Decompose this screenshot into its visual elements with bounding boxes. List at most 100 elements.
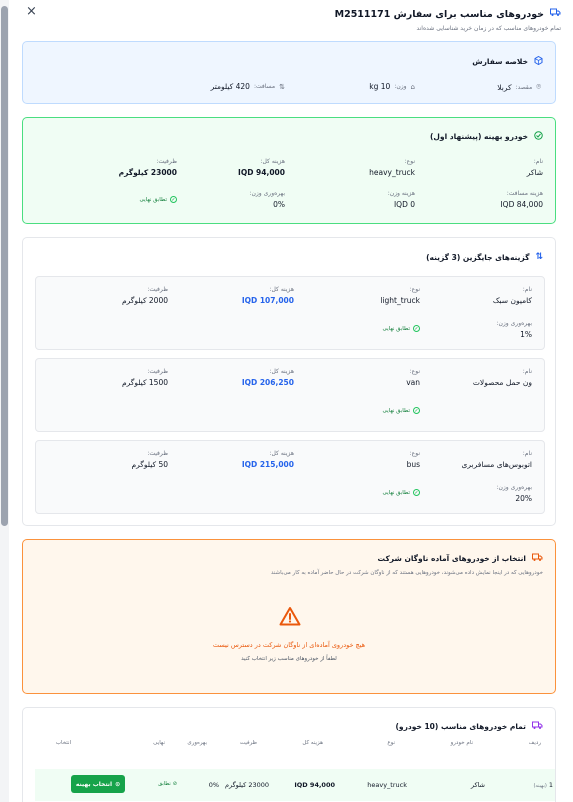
alt-capacity-field: ظرفیت: 2000 کیلوگرم — [122, 286, 168, 305]
best-type-field: نوع: heavy_truck — [369, 158, 415, 177]
fleet-warning-title-row: انتخاب از خودروهای آماده ناوگان شرکت — [378, 553, 544, 564]
best-name-label: نام: — [533, 158, 543, 165]
alt-type-value: van — [406, 378, 420, 387]
best-efficiency-label: بهره‌وری وزن: — [249, 190, 285, 197]
alt-total-cost-label: هزینه کل: — [269, 368, 294, 375]
alternative-item[interactable]: نام: اتوبوس‌های مسافربری نوع: bus هزینه … — [35, 440, 545, 514]
alt-type-field: نوع: bus — [407, 450, 420, 469]
alt-capacity-label: ظرفیت: — [147, 368, 168, 375]
alt-efficiency-field: بهره‌وری وزن: 20% — [496, 484, 532, 503]
alt-type-value: bus — [406, 460, 420, 469]
best-match-label: تطابق نهایی — [139, 196, 167, 203]
close-icon[interactable]: × — [26, 4, 37, 19]
fleet-warning-title: انتخاب از خودروهای آماده ناوگان شرکت — [377, 554, 527, 563]
alternative-item[interactable]: نام: کامیون سبک نوع: light_truck هزینه ک… — [35, 276, 545, 350]
best-total-cost-field: هزینه کل: IQD 94,000 — [238, 158, 285, 177]
alt-capacity-label: ظرفیت: — [147, 450, 168, 457]
alt-total-cost-label: هزینه کل: — [269, 286, 294, 293]
match-check-icon: ✓ — [413, 489, 420, 496]
best-efficiency-value: 0% — [273, 200, 285, 209]
col-header-final: نهایی — [153, 740, 165, 746]
alt-efficiency-value: 1% — [520, 330, 532, 339]
alt-match-badge: ✓ تطابق نهایی — [383, 407, 420, 414]
select-best-button[interactable]: ⊙ انتخاب بهینه — [71, 775, 125, 793]
alt-type-field: نوع: light_truck — [380, 286, 420, 305]
destination-item: ⌾ مقصد: کربلا — [497, 82, 541, 92]
alt-total-cost-field: هزینه کل: IQD 215,000 — [242, 450, 294, 469]
alt-capacity-value: 2000 کیلوگرم — [121, 296, 168, 305]
alt-name-field: نام: ون حمل محصولات — [473, 368, 532, 387]
scrollbar[interactable] — [0, 0, 9, 802]
alt-match-label: تطابق نهایی — [382, 407, 410, 414]
order-summary-card: خلاصه سفارش ⌾ مقصد: کربلا ⌂ وزن: 10 kg ⇅… — [22, 41, 556, 104]
alt-match-badge: ✓ تطابق نهایی — [383, 489, 420, 496]
row-total-cost: IQD 94,000 — [294, 781, 335, 789]
alt-efficiency-value: 20% — [515, 494, 532, 503]
no-fleet-hint: لطفاً از خودروهای مناسب زیر انتخاب کنید — [241, 656, 337, 662]
best-capacity-value: 23000 کیلوگرم — [118, 168, 177, 177]
box-icon — [534, 55, 543, 67]
alt-name-label: نام: — [522, 368, 532, 375]
best-match-badge: ✓ تطابق نهایی — [140, 196, 177, 203]
alt-total-cost-field: هزینه کل: IQD 206,250 — [242, 368, 294, 387]
row-efficiency: 0% — [208, 781, 219, 789]
col-header-capacity: ظرفیت — [239, 740, 257, 746]
row-final-badge: ⊘ تطابق — [158, 781, 177, 787]
alt-name-value: اتوبوس‌های مسافربری — [461, 460, 532, 469]
alt-capacity-value: 1500 کیلوگرم — [121, 378, 168, 387]
alt-total-cost-field: هزینه کل: IQD 107,000 — [242, 286, 294, 305]
best-name-field: نام: شاکر — [527, 158, 543, 177]
distance-item: ⇅ مسافت: 420 کیلومتر — [211, 82, 285, 91]
check-circle-icon — [534, 131, 543, 142]
weight-icon: ⌂ — [410, 82, 415, 91]
row-index-cell: 1 (بهینه) — [533, 781, 553, 789]
row-name: شاکر — [470, 781, 485, 789]
alternatives-card: ⇅ گزینه‌های جایگزین (3 گزینه) نام: کامیو… — [22, 237, 556, 526]
all-vehicles-title-row: تمام خودروهای مناسب (10 خودرو) — [395, 721, 543, 732]
best-total-cost-value: IQD 94,000 — [238, 168, 285, 177]
alternative-item[interactable]: نام: ون حمل محصولات نوع: van هزینه کل: I… — [35, 358, 545, 432]
distance-arrows-icon: ⇅ — [279, 82, 285, 91]
alt-capacity-field: ظرفیت: 50 کیلوگرم — [132, 450, 168, 469]
alt-type-label: نوع: — [409, 368, 420, 375]
best-capacity-field: ظرفیت: 23000 کیلوگرم — [119, 158, 177, 177]
best-distance-cost-label: هزینه مسافت: — [506, 190, 543, 197]
all-vehicles-card: تمام خودروهای مناسب (10 خودرو) ردیف نام … — [22, 707, 556, 802]
alternatives-title: گزینه‌های جایگزین (3 گزینه) — [426, 252, 530, 262]
table-row[interactable]: 1 (بهینه) شاکر heavy_truck IQD 94,000 23… — [35, 769, 555, 801]
swap-arrows-icon: ⇅ — [535, 252, 543, 262]
destination-value: کربلا — [497, 82, 512, 92]
best-weight-cost-value: IQD 0 — [393, 200, 415, 209]
row-final: تطابق — [158, 781, 171, 787]
best-capacity-label: ظرفیت: — [156, 158, 177, 165]
best-type-value: heavy_truck — [369, 168, 415, 177]
location-pin-icon: ⌾ — [536, 82, 541, 91]
col-header-type: نوع — [387, 740, 395, 746]
check-circle-icon: ⊙ — [115, 780, 121, 788]
all-vehicles-title: تمام خودروهای مناسب (10 خودرو) — [395, 722, 526, 731]
truck-icon — [550, 8, 561, 20]
weight-value: 10 kg — [369, 82, 391, 91]
match-check-icon: ✓ — [170, 196, 177, 203]
fleet-warning-card: انتخاب از خودروهای آماده ناوگان شرکت خود… — [22, 539, 556, 694]
order-summary-title: خلاصه سفارش — [472, 57, 528, 66]
col-header-efficiency: بهره‌وری — [187, 740, 207, 746]
alt-total-cost-value: IQD 215,000 — [241, 460, 294, 469]
fleet-warning-description: خودروهایی که در اینجا نمایش داده می‌شوند… — [270, 570, 543, 576]
col-header-select: انتخاب — [55, 740, 71, 746]
modal-subtitle: تمام خودروهای مناسب که در زمان خرید شناس… — [416, 25, 561, 32]
best-vehicle-title-row: خودرو بهینه (پیشنهاد اول) — [430, 131, 543, 142]
alt-type-label: نوع: — [409, 450, 420, 457]
scrollbar-thumb[interactable] — [1, 6, 8, 526]
no-fleet-message: هیچ خودروی آماده‌ای از ناوگان شرکت در دس… — [212, 641, 366, 649]
best-vehicle-title: خودرو بهینه (پیشنهاد اول) — [430, 132, 528, 141]
modal-header: خودروهای مناسب برای سفارش M2511171 تمام … — [26, 4, 561, 38]
alt-total-cost-value: IQD 206,250 — [241, 378, 294, 387]
alt-efficiency-field: بهره‌وری وزن: 1% — [496, 320, 532, 339]
truck-icon — [532, 553, 543, 564]
truck-icon — [532, 721, 543, 732]
alt-efficiency-label: بهره‌وری وزن: — [496, 320, 532, 327]
alt-efficiency-label: بهره‌وری وزن: — [496, 484, 532, 491]
alt-name-label: نام: — [522, 450, 532, 457]
alt-capacity-label: ظرفیت: — [147, 286, 168, 293]
